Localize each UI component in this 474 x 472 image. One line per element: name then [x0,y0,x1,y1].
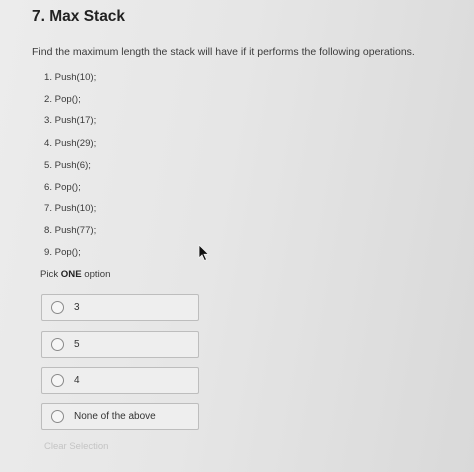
option-4[interactable]: 4 [41,367,199,394]
radio-button[interactable] [51,374,64,387]
option-5[interactable]: 5 [41,331,199,358]
operation-item: 8. Push(77); [44,225,97,236]
radio-button[interactable] [51,338,64,351]
radio-button[interactable] [51,301,64,314]
question-title: 7. Max Stack [32,8,126,25]
option-label: 3 [74,302,80,313]
operation-item: 5. Push(6); [44,160,91,171]
option-3[interactable]: 3 [41,294,199,321]
operation-item: 3. Push(17); [44,115,97,126]
option-label: 4 [74,375,80,386]
option-none-of-the-above[interactable]: None of the above [41,403,199,430]
operation-item: 6. Pop(); [44,182,81,193]
clear-selection-link[interactable]: Clear Selection [44,441,108,452]
operation-item: 7. Push(10); [44,203,97,214]
mouse-cursor-icon [198,244,210,262]
operation-item: 9. Pop(); [44,247,81,258]
question-prompt: Find the maximum length the stack will h… [32,46,415,58]
option-label: 5 [74,339,80,350]
operation-item: 2. Pop(); [44,94,81,105]
option-label: None of the above [74,411,156,422]
pick-instruction: Pick ONE option [40,269,111,280]
operation-item: 1. Push(10); [44,72,97,83]
radio-button[interactable] [51,410,64,423]
operation-item: 4. Push(29); [44,138,97,149]
